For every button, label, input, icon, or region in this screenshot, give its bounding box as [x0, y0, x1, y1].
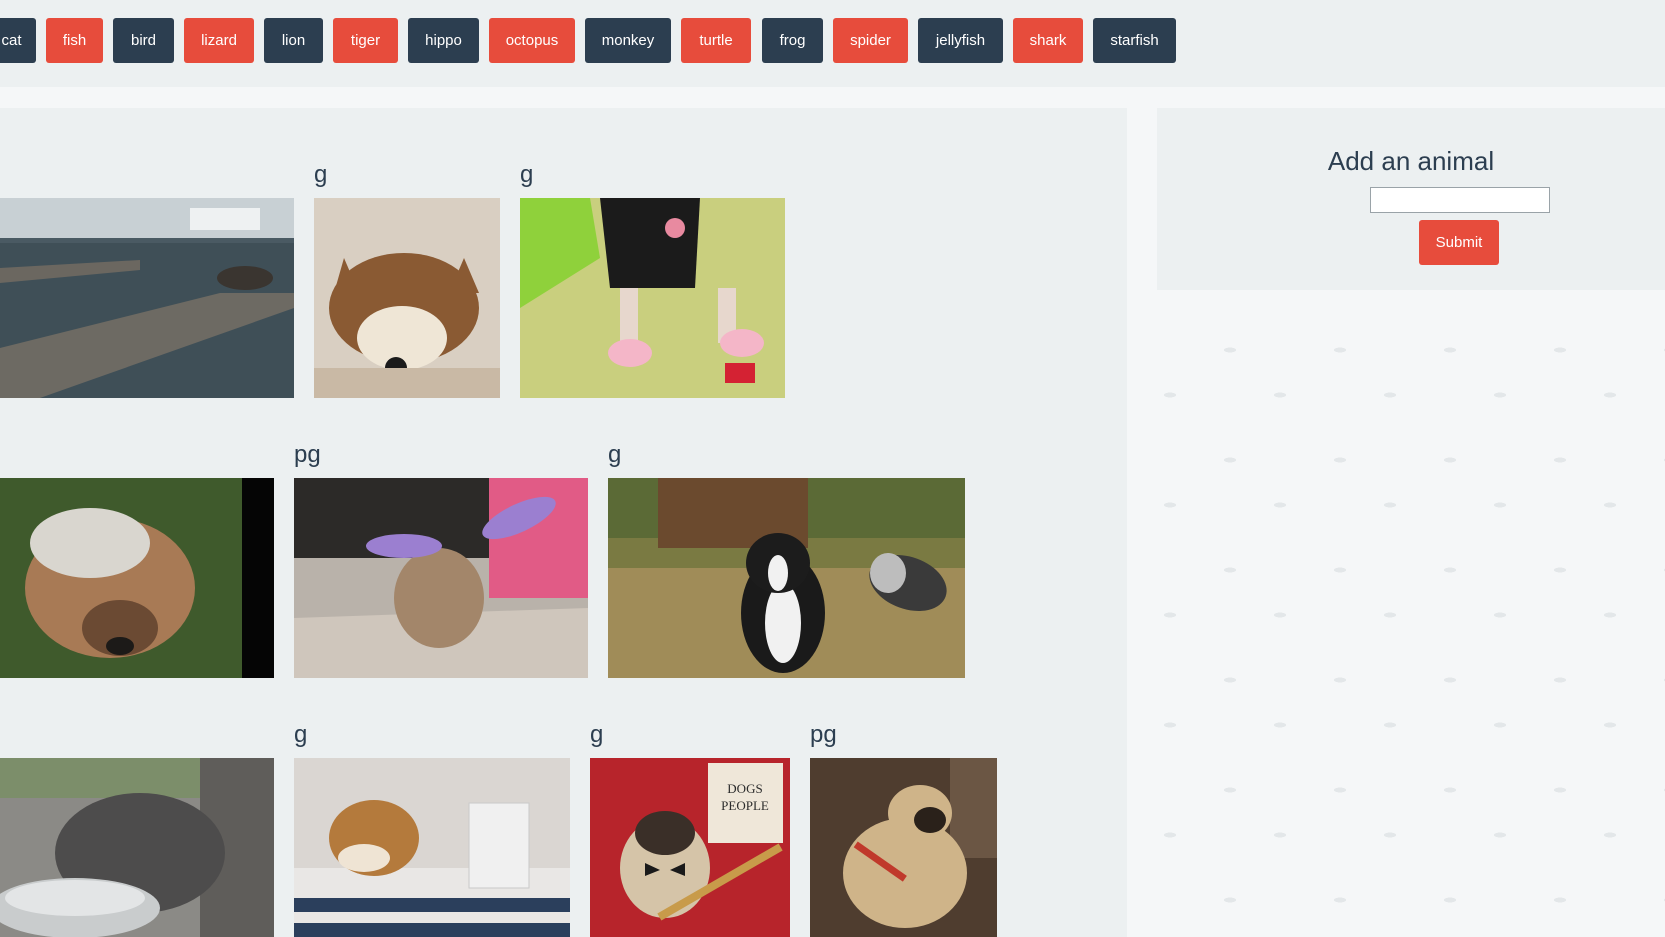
animal-button-jellyfish[interactable]: jellyfish	[918, 18, 1003, 63]
gif-gallery: g g pg g g g pg DOGS PEOPLE	[0, 108, 1127, 937]
animal-button-fish[interactable]: fish	[46, 18, 103, 63]
animal-button-cat[interactable]: cat	[0, 18, 36, 63]
animal-button-tiger[interactable]: tiger	[333, 18, 398, 63]
animal-button-starfish[interactable]: starfish	[1093, 18, 1176, 63]
shiba-laptop-gif[interactable]	[294, 758, 570, 937]
french-bulldog-bowl-gif[interactable]	[0, 758, 274, 937]
gif-rating: pg	[294, 441, 321, 468]
animal-button-bird[interactable]: bird	[113, 18, 174, 63]
gif-rating: g	[608, 441, 622, 468]
animal-button-frog[interactable]: frog	[762, 18, 823, 63]
add-animal-panel: Add an animal Submit	[1157, 108, 1665, 290]
pug-dogs-people-book-gif[interactable]: DOGS PEOPLE	[590, 758, 790, 937]
dock-water-gif[interactable]	[0, 198, 294, 398]
animal-button-octopus[interactable]: octopus	[489, 18, 575, 63]
pug-on-couch-gif[interactable]	[810, 758, 997, 937]
boston-terrier-microphone-gif[interactable]	[608, 478, 965, 678]
gif-rating: g	[520, 161, 534, 188]
svg-text:DOGS: DOGS	[727, 781, 762, 796]
animal-button-lizard[interactable]: lizard	[184, 18, 254, 63]
animal-button-lion[interactable]: lion	[264, 18, 323, 63]
submit-button[interactable]: Submit	[1419, 220, 1499, 265]
fluffy-dog-plush-gif[interactable]	[314, 198, 500, 398]
animal-name-input[interactable]	[1370, 187, 1550, 213]
animal-button-shark[interactable]: shark	[1013, 18, 1083, 63]
animal-button-turtle[interactable]: turtle	[681, 18, 751, 63]
gif-rating: pg	[810, 721, 837, 748]
animal-button-monkey[interactable]: monkey	[585, 18, 671, 63]
puppy-with-wings-gif[interactable]	[294, 478, 588, 678]
animal-button-spider[interactable]: spider	[833, 18, 908, 63]
add-animal-heading: Add an animal	[1327, 146, 1495, 176]
svg-text:PEOPLE: PEOPLE	[721, 798, 769, 813]
bulldog-in-grass-gif[interactable]	[0, 478, 274, 678]
gif-rating: g	[294, 721, 308, 748]
animal-buttons-bar: cat fish bird lizard lion tiger hippo oc…	[0, 0, 1665, 87]
gif-rating: g	[590, 721, 604, 748]
gif-rating: g	[314, 161, 328, 188]
animal-button-hippo[interactable]: hippo	[408, 18, 479, 63]
dog-in-pink-boots-gif[interactable]	[520, 198, 785, 398]
